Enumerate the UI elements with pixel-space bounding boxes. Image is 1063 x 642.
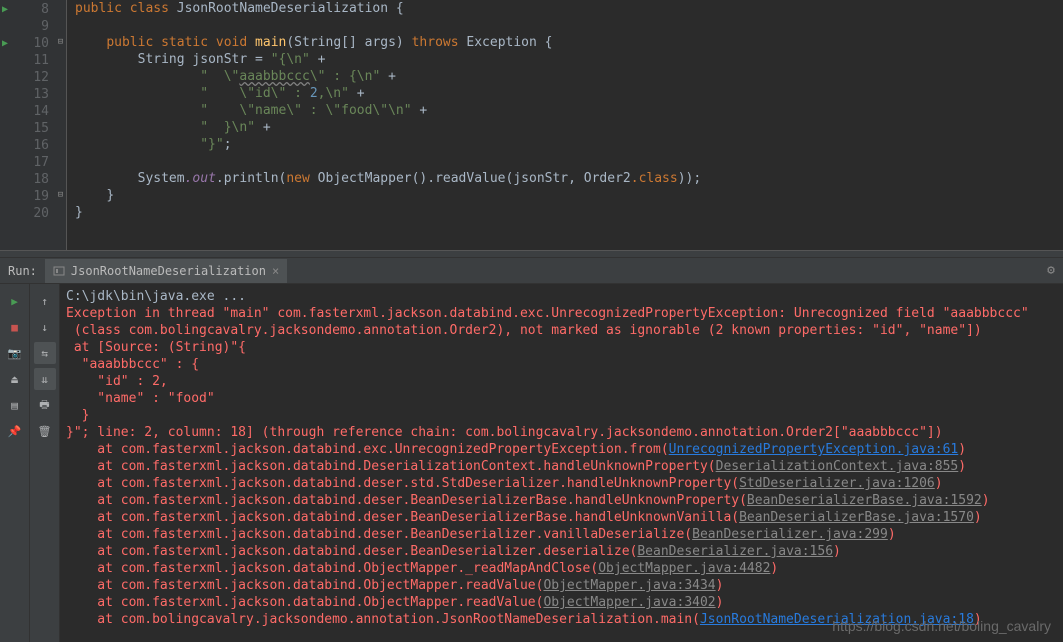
line-number: 11: [33, 53, 49, 68]
run-gutter-icon[interactable]: ▶: [2, 1, 8, 18]
source-link[interactable]: BeanDeserializer.java:299: [692, 527, 888, 542]
wrap-icon[interactable]: ⇆: [34, 342, 56, 364]
run-toolbar-secondary: ↑ ↓ ⇆ ⇊ 🖶 🗑: [30, 284, 60, 642]
up-icon[interactable]: ↑: [34, 290, 56, 312]
source-link[interactable]: ObjectMapper.java:3402: [543, 595, 715, 610]
fold-marker[interactable]: ⊟: [55, 34, 66, 51]
console-line: at [Source: (String)"{: [66, 339, 1057, 356]
run-toolwindow-header: Run: JsonRootNameDeserialization × ⚙: [0, 258, 1063, 284]
camera-icon[interactable]: 📷: [4, 342, 26, 364]
run-tab-icon: [53, 265, 65, 277]
rerun-button[interactable]: ▶: [4, 290, 26, 312]
line-number: 8: [41, 2, 49, 17]
source-link[interactable]: BeanDeserializerBase.java:1570: [739, 510, 974, 525]
run-gutter-icon[interactable]: ▶: [2, 35, 8, 52]
line-number: 16: [33, 138, 49, 153]
stack-line: at com.fasterxml.jackson.databind.Object…: [66, 577, 1057, 594]
source-link[interactable]: UnrecognizedPropertyException.java:61: [669, 442, 959, 457]
line-gutter: ▶ 8 9 ▶ 10 11 12 13 14 15 16 17 18 19 20: [0, 0, 55, 250]
close-icon[interactable]: ×: [272, 264, 279, 278]
code-content[interactable]: public class JsonRootNameDeserialization…: [67, 0, 1063, 250]
exit-icon[interactable]: ⏏: [4, 368, 26, 390]
console-line: }"; line: 2, column: 18] (through refere…: [66, 424, 1057, 441]
line-number: 14: [33, 104, 49, 119]
source-link[interactable]: BeanDeserializer.java:156: [637, 544, 833, 559]
stack-line: at com.fasterxml.jackson.databind.exc.Un…: [66, 441, 1057, 458]
line-number: 15: [33, 121, 49, 136]
line-number: 9: [41, 19, 49, 34]
source-link[interactable]: BeanDeserializerBase.java:1592: [747, 493, 982, 508]
console-line: "aaabbbccc" : {: [66, 356, 1057, 373]
panel-divider[interactable]: [0, 250, 1063, 258]
scroll-icon[interactable]: ⇊: [34, 368, 56, 390]
stack-line: at com.fasterxml.jackson.databind.Deseri…: [66, 458, 1057, 475]
run-tab[interactable]: JsonRootNameDeserialization ×: [45, 259, 287, 283]
code-editor[interactable]: ▶ 8 9 ▶ 10 11 12 13 14 15 16 17 18 19 20 ⊟…: [0, 0, 1063, 250]
console-line: (class com.bolingcavalry.jacksondemo.ann…: [66, 322, 1057, 339]
fold-marker[interactable]: ⊟: [55, 187, 66, 204]
layout-icon[interactable]: ▤: [4, 394, 26, 416]
line-number: 17: [33, 155, 49, 170]
console-line: }: [66, 407, 1057, 424]
stack-line: at com.fasterxml.jackson.databind.deser.…: [66, 475, 1057, 492]
console-line: C:\jdk\bin\java.exe ...: [66, 288, 1057, 305]
stack-line: at com.fasterxml.jackson.databind.deser.…: [66, 543, 1057, 560]
gear-icon[interactable]: ⚙: [1047, 263, 1055, 278]
source-link[interactable]: ObjectMapper.java:3434: [543, 578, 715, 593]
run-label: Run:: [0, 264, 45, 278]
stop-button[interactable]: ■: [4, 316, 26, 338]
stack-line: at com.fasterxml.jackson.databind.deser.…: [66, 509, 1057, 526]
watermark-text: https://blog.csdn.net/boling_cavalry: [832, 618, 1051, 634]
source-link[interactable]: DeserializationContext.java:855: [716, 459, 959, 474]
console-line: "id" : 2,: [66, 373, 1057, 390]
line-number: 12: [33, 70, 49, 85]
source-link[interactable]: ObjectMapper.java:4482: [598, 561, 770, 576]
run-tab-label: JsonRootNameDeserialization: [71, 264, 266, 278]
line-number: 20: [33, 206, 49, 221]
console-line: "name" : "food": [66, 390, 1057, 407]
stack-line: at com.fasterxml.jackson.databind.deser.…: [66, 492, 1057, 509]
stack-line: at com.fasterxml.jackson.databind.Object…: [66, 594, 1057, 611]
line-number: 19: [33, 189, 49, 204]
console-output[interactable]: C:\jdk\bin\java.exe ... Exception in thr…: [60, 284, 1063, 642]
line-number: 18: [33, 172, 49, 187]
line-number: 13: [33, 87, 49, 102]
fold-column: ⊟ ⊟: [55, 0, 67, 250]
console-line: Exception in thread "main" com.fasterxml…: [66, 305, 1057, 322]
run-toolbar-primary: ▶ ■ 📷 ⏏ ▤ 📌: [0, 284, 30, 642]
pin-icon[interactable]: 📌: [4, 420, 26, 442]
line-number: 10: [33, 36, 49, 51]
stack-line: at com.fasterxml.jackson.databind.deser.…: [66, 526, 1057, 543]
source-link[interactable]: StdDeserializer.java:1206: [739, 476, 935, 491]
print-icon[interactable]: 🖶: [34, 394, 56, 416]
down-icon[interactable]: ↓: [34, 316, 56, 338]
stack-line: at com.fasterxml.jackson.databind.Object…: [66, 560, 1057, 577]
trash-icon[interactable]: 🗑: [34, 420, 56, 442]
